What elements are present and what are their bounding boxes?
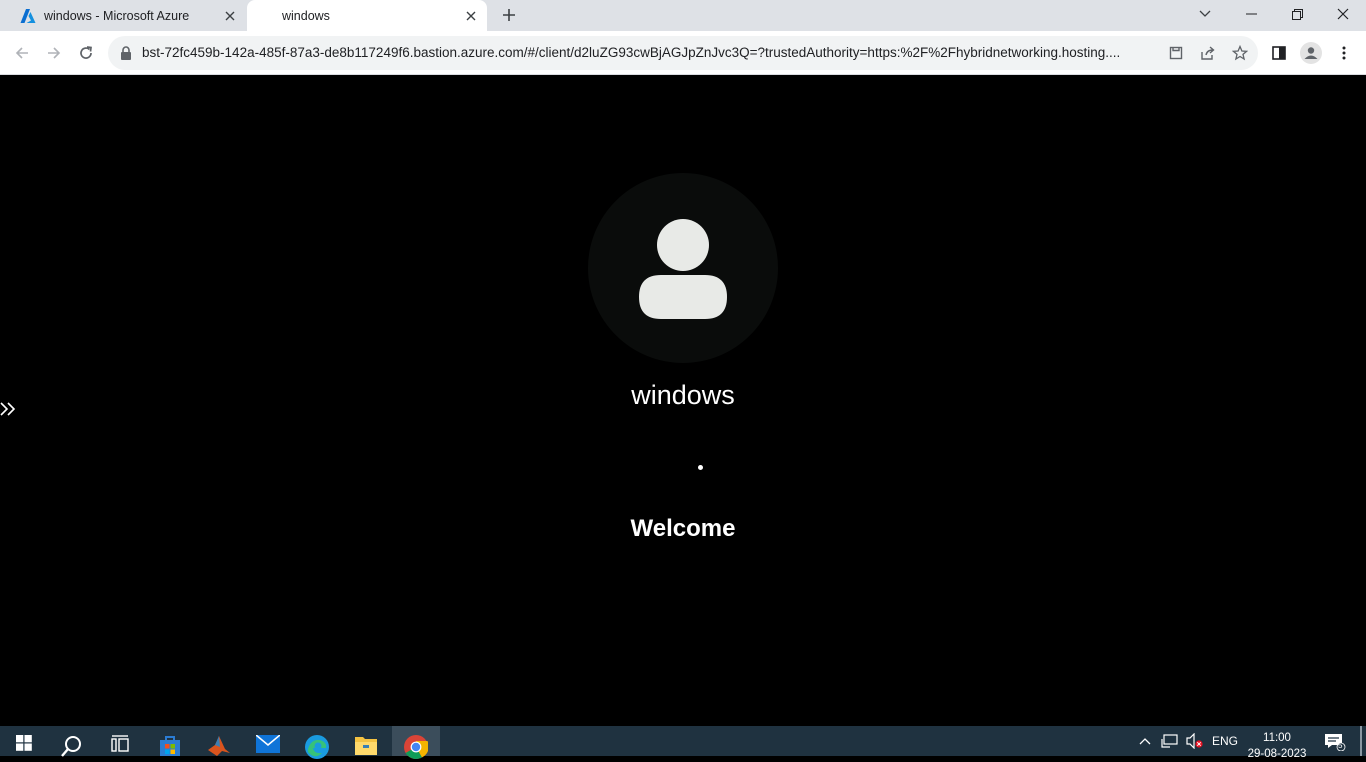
remote-session-canvas[interactable]: windows Welcome <box>0 75 1366 726</box>
user-avatar <box>588 173 778 363</box>
bookmark-star-icon[interactable] <box>1230 44 1250 62</box>
action-center-button[interactable]: 5 <box>1324 726 1346 756</box>
edge-icon <box>305 735 329 759</box>
tab-azure[interactable]: windows - Microsoft Azure <box>8 0 246 31</box>
microsoft-store-button[interactable] <box>146 726 194 756</box>
restore-button[interactable] <box>1274 0 1320 28</box>
lock-icon[interactable] <box>119 46 133 60</box>
windows-logo-icon <box>16 735 32 751</box>
forward-button[interactable] <box>40 39 68 67</box>
install-app-icon[interactable] <box>1166 44 1186 62</box>
tab-title: windows - Microsoft Azure <box>44 8 190 23</box>
expand-panel-icon[interactable] <box>0 400 17 418</box>
notification-count: 5 <box>1338 741 1343 750</box>
side-panel-icon[interactable] <box>1268 42 1290 64</box>
browser-tabstrip: windows - Microsoft Azure windows <box>0 0 1366 31</box>
task-view-button[interactable] <box>96 726 144 756</box>
chevron-up-icon <box>1139 738 1151 745</box>
notification-icon <box>1325 734 1346 751</box>
language-indicator[interactable]: ENG <box>1212 726 1238 756</box>
tab-windows[interactable]: windows <box>247 0 487 31</box>
chrome-button[interactable] <box>392 726 440 759</box>
welcome-message: Welcome <box>630 515 736 542</box>
file-explorer-button[interactable] <box>342 726 390 756</box>
back-button[interactable] <box>8 39 36 67</box>
network-icon[interactable] <box>1161 726 1181 756</box>
close-tab-icon[interactable] <box>463 8 479 24</box>
clock[interactable]: 11:00 29-08-2023 <box>1244 730 1310 762</box>
browser-menu-icon[interactable] <box>1333 42 1355 64</box>
folder-icon <box>355 737 377 755</box>
loading-spinner <box>698 465 703 470</box>
close-tab-icon[interactable] <box>222 8 238 24</box>
show-hidden-icons-button[interactable] <box>1139 726 1155 756</box>
windows-taskbar: ENG 11:00 29-08-2023 5 <box>0 726 1366 760</box>
azure-icon <box>20 8 36 23</box>
mail-icon <box>256 735 280 753</box>
show-desktop-button[interactable] <box>1360 726 1362 756</box>
tab-title: windows <box>282 8 330 23</box>
clock-date: 29-08-2023 <box>1247 748 1307 760</box>
edge-button[interactable] <box>293 726 341 759</box>
close-window-button[interactable] <box>1320 0 1366 28</box>
url-text[interactable]: bst-72fc459b-142a-485f-87a3-de8b117249f6… <box>142 36 1160 70</box>
reload-button[interactable] <box>72 39 100 67</box>
share-icon[interactable] <box>1198 44 1218 62</box>
matlab-icon <box>208 736 230 756</box>
search-button[interactable] <box>48 726 96 757</box>
minimize-button[interactable] <box>1228 0 1274 28</box>
profile-avatar[interactable] <box>1300 42 1322 64</box>
browser-toolbar: bst-72fc459b-142a-485f-87a3-de8b117249f6… <box>0 31 1366 75</box>
username-label: windows <box>631 380 735 410</box>
user-icon <box>639 219 727 319</box>
search-icon <box>61 736 81 757</box>
tab-search-button[interactable] <box>1182 0 1228 28</box>
clock-time: 11:00 <box>1263 732 1291 744</box>
volume-muted-icon[interactable] <box>1186 726 1206 756</box>
new-tab-button[interactable] <box>499 5 519 25</box>
mail-button[interactable] <box>244 726 292 756</box>
task-view-icon <box>111 735 129 752</box>
start-button[interactable] <box>0 726 48 756</box>
address-bar[interactable]: bst-72fc459b-142a-485f-87a3-de8b117249f6… <box>108 36 1258 70</box>
matlab-button[interactable] <box>195 726 243 756</box>
store-icon <box>160 736 180 756</box>
chrome-icon <box>404 735 428 759</box>
